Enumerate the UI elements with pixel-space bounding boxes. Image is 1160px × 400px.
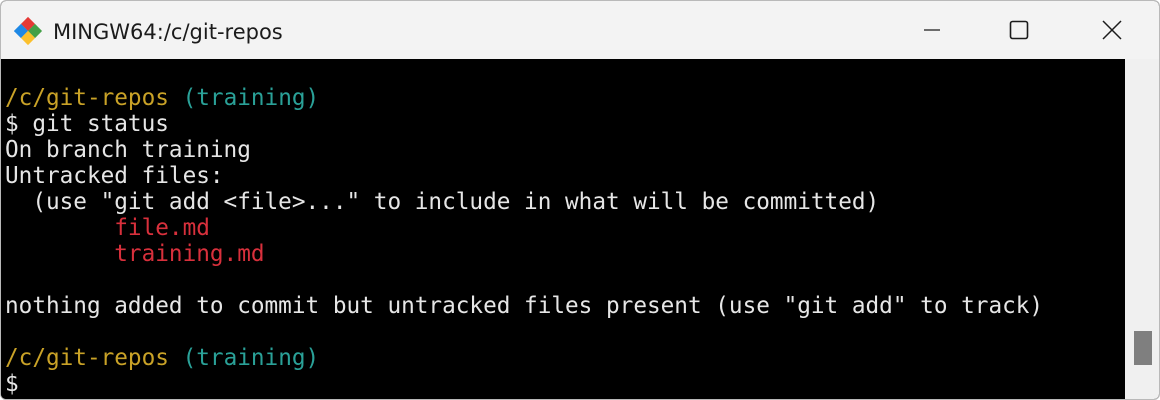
output-line: On branch training <box>5 137 251 163</box>
scrollbar-thumb[interactable] <box>1134 331 1152 365</box>
output-line: nothing added to commit but untracked fi… <box>5 293 1044 319</box>
vertical-scrollbar[interactable] <box>1125 59 1159 399</box>
output-line: Untracked files: <box>5 163 224 189</box>
text-cursor <box>19 373 31 395</box>
title-bar[interactable]: MINGW64:/c/git-repos <box>1 1 1159 59</box>
window-title: MINGW64:/c/git-repos <box>53 20 283 44</box>
prompt-branch: (training) <box>182 85 320 111</box>
prompt-path: /c/git-repos <box>5 345 169 371</box>
prompt-line: /c/git-repos (training) <box>5 85 319 111</box>
input-line[interactable]: $ <box>5 371 31 397</box>
close-icon <box>1101 19 1123 41</box>
command-line: $ git status <box>5 111 169 137</box>
prompt-line: /c/git-repos (training) <box>5 345 319 371</box>
prompt-branch: (training) <box>182 345 320 371</box>
untracked-file: training.md <box>5 241 265 267</box>
git-for-windows-icon <box>13 16 46 48</box>
close-button[interactable] <box>1066 1 1158 59</box>
untracked-file: file.md <box>5 215 210 241</box>
maximize-button[interactable] <box>973 1 1065 59</box>
output-line: (use "git add <file>..." to include in w… <box>5 189 880 215</box>
prompt-symbol: $ <box>5 371 19 397</box>
maximize-icon <box>1009 20 1029 40</box>
minimize-icon <box>923 21 941 39</box>
terminal-output[interactable]: /c/git-repos (training) $ git status On … <box>1 59 1125 399</box>
minimize-button[interactable] <box>886 1 978 59</box>
prompt-path: /c/git-repos <box>5 85 169 111</box>
terminal-window: MINGW64:/c/git-repos /c/git-repos (train… <box>0 0 1160 400</box>
